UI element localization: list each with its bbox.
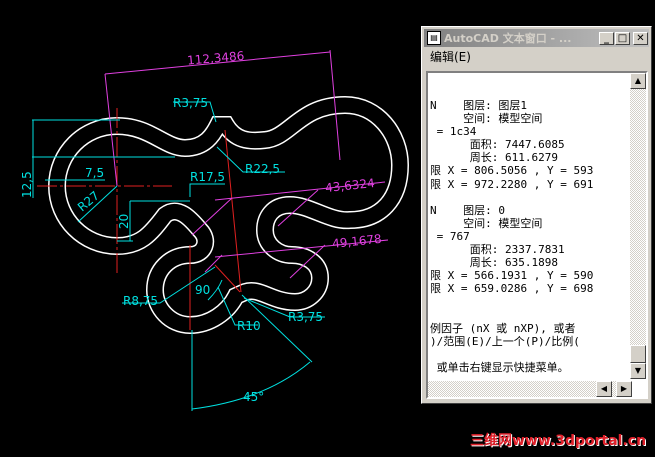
history-line: 限 X = 566.1931 , Y = 590 — [430, 269, 594, 283]
history-line: N 图层: 图层1 — [430, 99, 527, 112]
scroll-up-button[interactable]: ▲ — [630, 73, 646, 89]
menu-edit[interactable]: 编辑(E) — [430, 50, 471, 64]
history-line: 或单击右键显示快捷菜单。 — [430, 360, 569, 374]
text-area[interactable]: N 图层: 图层1 空间: 模型空间 = 1c34 面积: 7447.6085 … — [426, 71, 648, 399]
text-window[interactable]: ▤ AutoCAD 文本窗口 - ... _ □ ✕ 编辑(E) N 图层: 图… — [421, 26, 652, 404]
dim-20: 20 — [117, 214, 131, 229]
history-line: 空间: 模型空间 — [430, 216, 543, 230]
title-bar[interactable]: ▤ AutoCAD 文本窗口 - ... _ □ ✕ — [424, 29, 649, 47]
vertical-scrollbar[interactable]: ▲ ▼ — [630, 73, 646, 379]
history-line — [430, 295, 635, 308]
dim-r27: R27 — [75, 188, 102, 214]
close-button[interactable]: ✕ — [633, 31, 648, 45]
history-line: 面积: 7447.6085 — [430, 138, 565, 152]
watermark: 三维网www.3dportal.cn — [470, 433, 647, 449]
window-title: AutoCAD 文本窗口 - ... — [444, 32, 572, 45]
command-history: N 图层: 图层1 空间: 模型空间 = 1c34 面积: 7447.6085 … — [430, 99, 635, 374]
dim-r10: R10 — [237, 319, 261, 333]
history-line — [430, 309, 635, 322]
maximize-button[interactable]: □ — [615, 31, 630, 45]
history-line: 限 X = 806.5056 , Y = 593 — [430, 164, 594, 178]
dim-r3-75-top: R3,75 — [173, 96, 208, 110]
history-line: N 图层: 0 — [430, 203, 505, 217]
app-icon: ▤ — [427, 31, 441, 45]
history-line: = 767 — [430, 229, 470, 243]
dim-12-5: 12,5 — [20, 171, 34, 198]
history-line: 周长: 635.1898 — [430, 256, 558, 270]
history-line — [430, 191, 635, 204]
history-line: 空间: 模型空间 — [430, 112, 543, 126]
scroll-thumb[interactable] — [630, 345, 646, 363]
history-line: 例因子 (nX 或 nXP), 或者 — [430, 321, 576, 335]
horizontal-scrollbar[interactable]: ◀ ▶ — [428, 381, 632, 397]
dim-49-1678: 49,1678 — [332, 232, 383, 251]
dim-112-3486: 112,3486 — [187, 49, 245, 68]
history-line: 周长: 611.6279 — [430, 151, 558, 165]
dim-r3-75-bottom: R3,75 — [288, 310, 323, 324]
history-line: )/范围(E)/上一个(P)/比例( — [430, 334, 580, 348]
scroll-left-button[interactable]: ◀ — [596, 381, 612, 397]
history-line: = 1c34 — [430, 125, 477, 139]
history-line: 面积: 2337.7831 — [430, 243, 565, 257]
dim-43-6324: 43,6324 — [325, 176, 376, 195]
dim-r22-5: R22,5 — [245, 162, 280, 176]
dim-r17-5: R17,5 — [190, 170, 225, 184]
dim-7-5: 7,5 — [85, 166, 104, 180]
part-geometry — [47, 95, 410, 335]
dim-45-deg: 45° — [243, 390, 264, 404]
history-line — [430, 348, 635, 361]
scroll-right-button[interactable]: ▶ — [616, 381, 632, 397]
scroll-down-button[interactable]: ▼ — [630, 363, 646, 379]
dim-90: 90 — [195, 283, 210, 297]
dim-r8-75: R8,75 — [123, 294, 158, 308]
menu-bar: 编辑(E) — [422, 49, 651, 65]
history-line: 限 X = 659.0286 , Y = 698 — [430, 282, 594, 296]
minimize-button[interactable]: _ — [599, 31, 614, 45]
history-line: 限 X = 972.2280 , Y = 691 — [430, 177, 594, 191]
